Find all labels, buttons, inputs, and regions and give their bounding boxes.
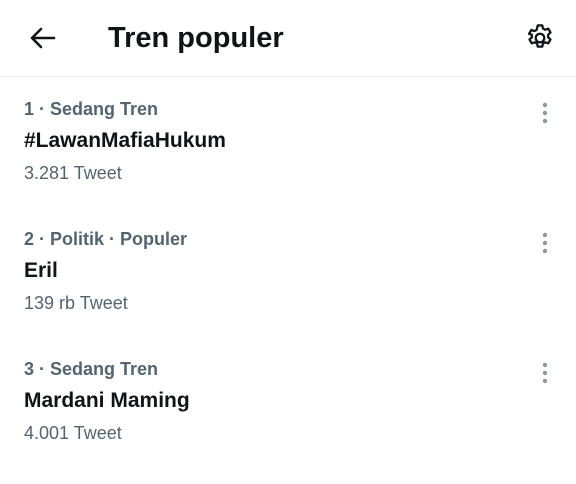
top-bar: Tren populer (0, 0, 576, 77)
back-button[interactable] (22, 18, 62, 58)
trend-meta: 2 · Politik · Populer (24, 229, 188, 249)
trend-count: 3.281 Tweet (24, 163, 122, 183)
gear-icon (527, 24, 552, 48)
more-vertical-icon (542, 232, 548, 254)
settings-button[interactable] (518, 16, 562, 60)
more-options-button[interactable] (530, 98, 560, 128)
trend-list: 1 · Sedang Tren #LawanMafiaHukum 3.281 T… (0, 78, 576, 468)
trend-count: 4.001 Tweet (24, 423, 122, 443)
trend-count: 139 rb Tweet (24, 293, 128, 313)
more-options-button[interactable] (530, 228, 560, 258)
trend-item[interactable]: 2 · Politik · Populer Eril 139 rb Tweet (0, 208, 576, 338)
more-vertical-icon (542, 102, 548, 124)
trend-name[interactable]: Mardani Maming (24, 388, 190, 414)
trend-item[interactable]: 1 · Sedang Tren #LawanMafiaHukum 3.281 T… (0, 78, 576, 208)
trend-name[interactable]: #LawanMafiaHukum (24, 128, 226, 154)
trend-item[interactable]: 3 · Sedang Tren Mardani Maming 4.001 Twe… (0, 338, 576, 468)
trend-meta: 3 · Sedang Tren (24, 359, 159, 379)
trend-name[interactable]: Eril (24, 258, 58, 284)
more-vertical-icon (542, 362, 548, 384)
arrow-left-icon (30, 27, 56, 49)
trend-meta: 1 · Sedang Tren (24, 99, 159, 119)
more-options-button[interactable] (530, 358, 560, 388)
page-title: Tren populer (108, 22, 284, 54)
